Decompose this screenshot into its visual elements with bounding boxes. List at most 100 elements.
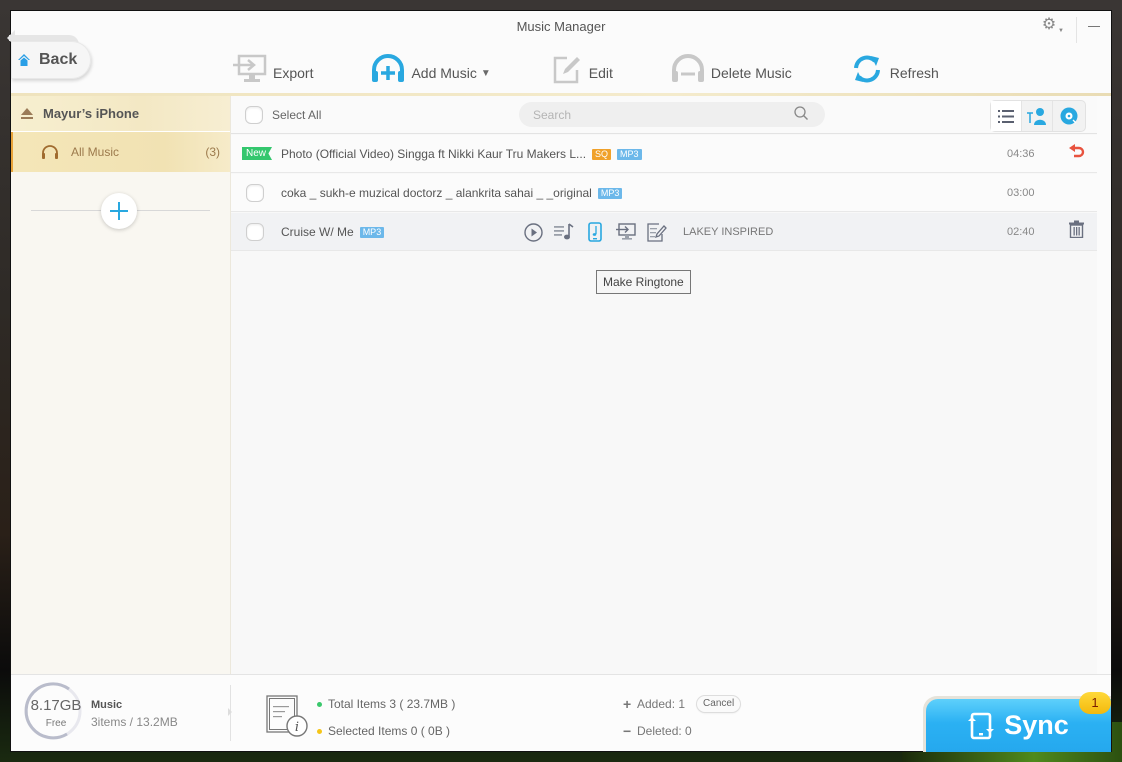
delete-music-icon <box>671 53 705 85</box>
artist-view-button[interactable] <box>1022 101 1053 131</box>
category-name: Music <box>91 699 123 711</box>
view-mode-switch <box>991 101 1085 131</box>
headphones-icon <box>42 145 58 159</box>
add-playlist-button[interactable] <box>101 193 137 229</box>
song-title-text: Cruise W/ Me <box>281 224 354 239</box>
add-music-button[interactable]: Add Music ▼ <box>371 53 491 85</box>
device-name: Mayur’s iPhone <box>43 106 140 121</box>
status-bar: 8.17GB Free Music 3items / 13.2MB i Tota… <box>11 674 1111 752</box>
make-ringtone-button[interactable] <box>585 222 605 242</box>
music-list-panel: Select All Search New Photo (Official Vi… <box>231 96 1111 674</box>
deleted-text: Deleted: 0 <box>637 724 692 738</box>
add-to-playlist-button[interactable] <box>554 222 574 242</box>
row-checkbox[interactable] <box>246 222 264 241</box>
song-title: Cruise W/ Me MP3 <box>281 224 385 239</box>
sync-device-icon <box>968 712 995 739</box>
edit-info-icon <box>647 222 667 242</box>
list-right-gutter <box>1097 96 1111 674</box>
edit-info-button[interactable] <box>647 222 667 242</box>
document-info-icon: i <box>266 695 308 737</box>
refresh-button[interactable]: Refresh <box>850 53 939 85</box>
row-checkbox[interactable] <box>246 183 264 202</box>
add-to-playlist-icon <box>554 223 574 240</box>
selected-items-stat: Selected Items 0 ( 0B ) <box>317 724 450 738</box>
home-icon <box>18 54 30 66</box>
svg-text:i: i <box>295 720 299 735</box>
music-row[interactable]: coka _ sukh-e muzical doctorz _ alankrit… <box>231 174 1097 212</box>
sync-count-badge: 1 <box>1079 692 1111 714</box>
selected-dot-icon <box>317 728 322 734</box>
search-icon[interactable] <box>794 106 808 120</box>
export-label: Export <box>273 65 314 81</box>
trash-icon <box>1069 220 1084 239</box>
new-badge: New <box>242 147 273 160</box>
export-icon <box>233 53 267 85</box>
total-items-text: Total Items 3 ( 23.7MB ) <box>328 697 456 711</box>
sq-tag: SQ <box>592 148 612 160</box>
music-row[interactable]: Cruise W/ Me MP3 LAKEY INSPIRED 02:40 <box>231 213 1097 251</box>
undo-icon <box>1069 144 1085 158</box>
storage-free-value: 8.17GB <box>30 697 82 714</box>
row-checkbox-area <box>231 222 281 241</box>
title-separator <box>1076 17 1077 43</box>
song-title-text: Photo (Official Video) Singga ft Nikki K… <box>281 146 587 161</box>
add-playlist-row <box>11 172 230 252</box>
song-title: Photo (Official Video) Singga ft Nikki K… <box>281 147 642 161</box>
plus-icon: + <box>623 696 632 712</box>
album-view-button[interactable] <box>1053 101 1084 131</box>
mp3-tag: MP3 <box>597 187 623 199</box>
total-items-stat: Total Items 3 ( 23.7MB ) <box>317 697 455 711</box>
sidebar-item-all-music[interactable]: All Music (3) <box>11 132 230 172</box>
edit-button[interactable]: Edit <box>549 53 613 85</box>
song-title-text: coka _ sukh-e muzical doctorz _ alankrit… <box>281 185 592 200</box>
mp3-tag: MP3 <box>359 226 385 238</box>
song-duration: 02:40 <box>1007 225 1035 238</box>
sidebar: Mayur’s iPhone All Music (3) <box>11 96 230 674</box>
export-to-pc-button[interactable] <box>616 222 636 242</box>
song-title: coka _ sukh-e muzical doctorz _ alankrit… <box>281 185 623 200</box>
play-icon <box>523 222 543 242</box>
song-duration: 03:00 <box>1007 186 1035 199</box>
select-all-check-box[interactable] <box>245 106 263 124</box>
export-to-pc-icon <box>616 223 636 240</box>
add-music-dropdown-icon[interactable]: ▼ <box>481 68 491 79</box>
add-music-label: Add Music <box>411 65 477 81</box>
row-actions <box>523 222 678 242</box>
minimize-button[interactable] <box>1083 15 1105 35</box>
select-all-checkbox[interactable]: Select All <box>245 106 321 124</box>
eject-icon[interactable] <box>21 107 33 120</box>
delete-music-button[interactable]: Delete Music <box>671 53 792 85</box>
settings-gear-icon[interactable]: ⚙ <box>1039 15 1059 35</box>
music-manager-window: Music Manager ⚙ ▼ Back Export Add Music … <box>7 11 1111 752</box>
selected-items-text: Selected Items 0 ( 0B ) <box>328 724 451 738</box>
row-checkbox-area <box>231 183 281 202</box>
select-all-label: Select All <box>272 108 322 122</box>
category-info: 3items / 13.2MB <box>91 715 178 729</box>
title-bar: Music Manager ⚙ ▼ <box>11 11 1111 43</box>
cancel-button[interactable]: Cancel <box>697 696 741 712</box>
status-arrow-icon <box>228 708 236 716</box>
delete-music-label: Delete Music <box>710 65 792 81</box>
back-button[interactable]: Back <box>11 41 91 79</box>
settings-caret-icon: ▼ <box>1058 28 1064 34</box>
make-ringtone-tooltip: Make Ringtone <box>596 270 691 294</box>
refresh-icon <box>850 53 884 85</box>
added-stat: + Added: 1 Cancel <box>623 696 741 712</box>
deleted-stat: − Deleted: 0 <box>623 723 692 739</box>
edit-label: Edit <box>588 65 613 81</box>
music-row[interactable]: New Photo (Official Video) Singga ft Nik… <box>231 135 1097 173</box>
total-dot-icon <box>317 701 322 707</box>
plus-icon <box>110 202 128 220</box>
minus-icon: − <box>623 723 632 739</box>
mp3-tag: MP3 <box>617 148 642 160</box>
play-button[interactable] <box>523 222 543 242</box>
export-button[interactable]: Export <box>233 53 313 85</box>
device-header[interactable]: Mayur’s iPhone <box>11 96 230 132</box>
back-label: Back <box>39 51 78 68</box>
undo-button[interactable] <box>1069 144 1085 163</box>
search-input[interactable] <box>519 102 825 127</box>
delete-row-button[interactable] <box>1069 220 1084 243</box>
storage-free-label: Free <box>45 718 67 729</box>
sidebar-item-count: (3) <box>205 145 220 159</box>
list-view-button[interactable] <box>991 101 1022 131</box>
